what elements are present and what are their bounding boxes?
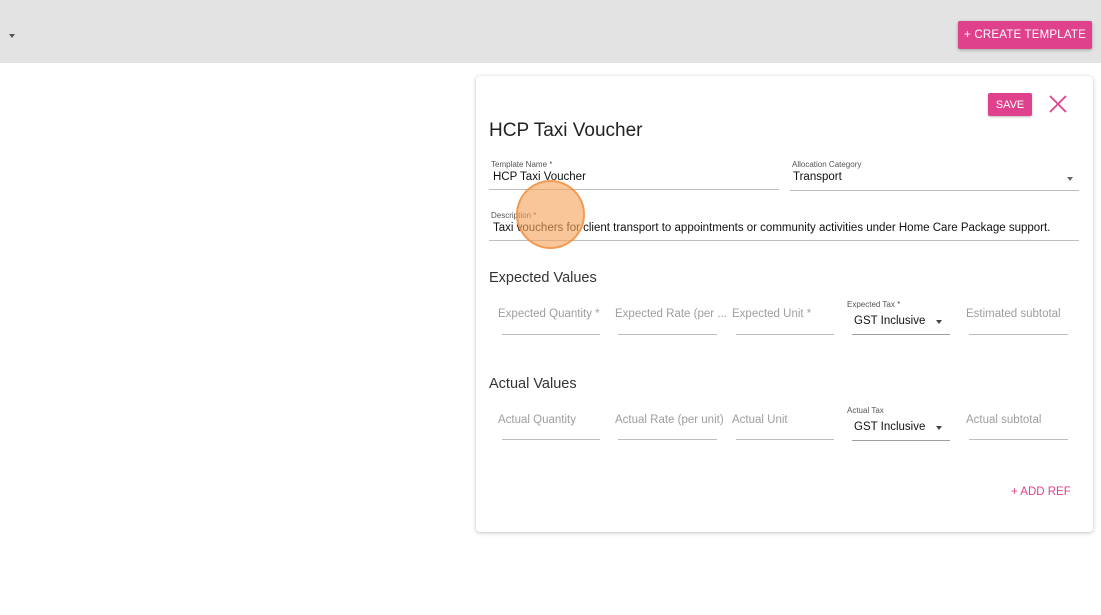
actual-values-heading: Actual Values bbox=[489, 376, 577, 392]
estimated-subtotal-input[interactable]: Estimated subtotal bbox=[966, 308, 1061, 320]
template-form-card: SAVE HCP Taxi Voucher Template Name * HC… bbox=[476, 76, 1093, 532]
expected-tax-underline bbox=[852, 334, 950, 335]
actual-tax-label: Actual Tax bbox=[847, 406, 884, 415]
actual-tax-underline bbox=[852, 440, 950, 441]
template-name-underline bbox=[489, 189, 779, 190]
page-title: HCP Taxi Voucher bbox=[489, 120, 643, 141]
expected-tax-select[interactable]: Expected Tax * GST Inclusive bbox=[847, 300, 957, 336]
estimated-subtotal-underline bbox=[969, 334, 1068, 335]
expected-values-heading: Expected Values bbox=[489, 270, 597, 286]
description-value: Taxi vouchers for client transport to ap… bbox=[493, 222, 1051, 234]
chevron-down-icon bbox=[1067, 177, 1073, 181]
allocation-category-value: Transport bbox=[793, 171, 842, 183]
chevron-down-icon bbox=[936, 320, 942, 324]
template-name-label: Template Name * bbox=[491, 160, 553, 169]
expected-unit-underline bbox=[736, 334, 834, 335]
description-label: Description * bbox=[491, 211, 537, 220]
expected-tax-value: GST Inclusive bbox=[854, 315, 926, 327]
chevron-down-icon[interactable] bbox=[9, 34, 15, 38]
create-template-button[interactable]: + CREATE TEMPLATE bbox=[958, 21, 1092, 49]
save-button[interactable]: SAVE bbox=[988, 93, 1032, 116]
add-ref-button[interactable]: + ADD REF bbox=[1011, 486, 1071, 498]
chevron-down-icon bbox=[936, 426, 942, 430]
allocation-category-select[interactable]: Allocation Category Transport bbox=[790, 160, 1079, 191]
expected-quantity-input[interactable]: Expected Quantity * bbox=[498, 308, 600, 320]
actual-unit-input[interactable]: Actual Unit bbox=[732, 414, 788, 426]
expected-rate-underline bbox=[618, 334, 717, 335]
actual-subtotal-input[interactable]: Actual subtotal bbox=[966, 414, 1041, 426]
expected-rate-input[interactable]: Expected Rate (per ... bbox=[615, 308, 727, 320]
expected-unit-input[interactable]: Expected Unit * bbox=[732, 308, 811, 320]
description-underline bbox=[489, 240, 1079, 241]
actual-unit-underline bbox=[736, 439, 834, 440]
expected-quantity-underline bbox=[502, 334, 600, 335]
top-toolbar: + CREATE TEMPLATE bbox=[0, 0, 1101, 63]
template-name-field[interactable]: Template Name * HCP Taxi Voucher bbox=[489, 160, 779, 190]
allocation-category-label: Allocation Category bbox=[792, 160, 862, 169]
actual-subtotal-underline bbox=[969, 439, 1068, 440]
template-name-value: HCP Taxi Voucher bbox=[493, 171, 586, 183]
actual-quantity-underline bbox=[502, 439, 600, 440]
actual-rate-input[interactable]: Actual Rate (per unit) bbox=[615, 414, 724, 426]
allocation-category-underline bbox=[790, 190, 1079, 191]
expected-tax-label: Expected Tax * bbox=[847, 300, 901, 309]
description-field[interactable]: Description * Taxi vouchers for client t… bbox=[489, 211, 1079, 241]
actual-rate-underline bbox=[618, 439, 717, 440]
actual-tax-select[interactable]: Actual Tax GST Inclusive bbox=[847, 406, 957, 442]
actual-quantity-input[interactable]: Actual Quantity bbox=[498, 414, 576, 426]
close-icon[interactable] bbox=[1046, 92, 1070, 116]
actual-tax-value: GST Inclusive bbox=[854, 421, 926, 433]
